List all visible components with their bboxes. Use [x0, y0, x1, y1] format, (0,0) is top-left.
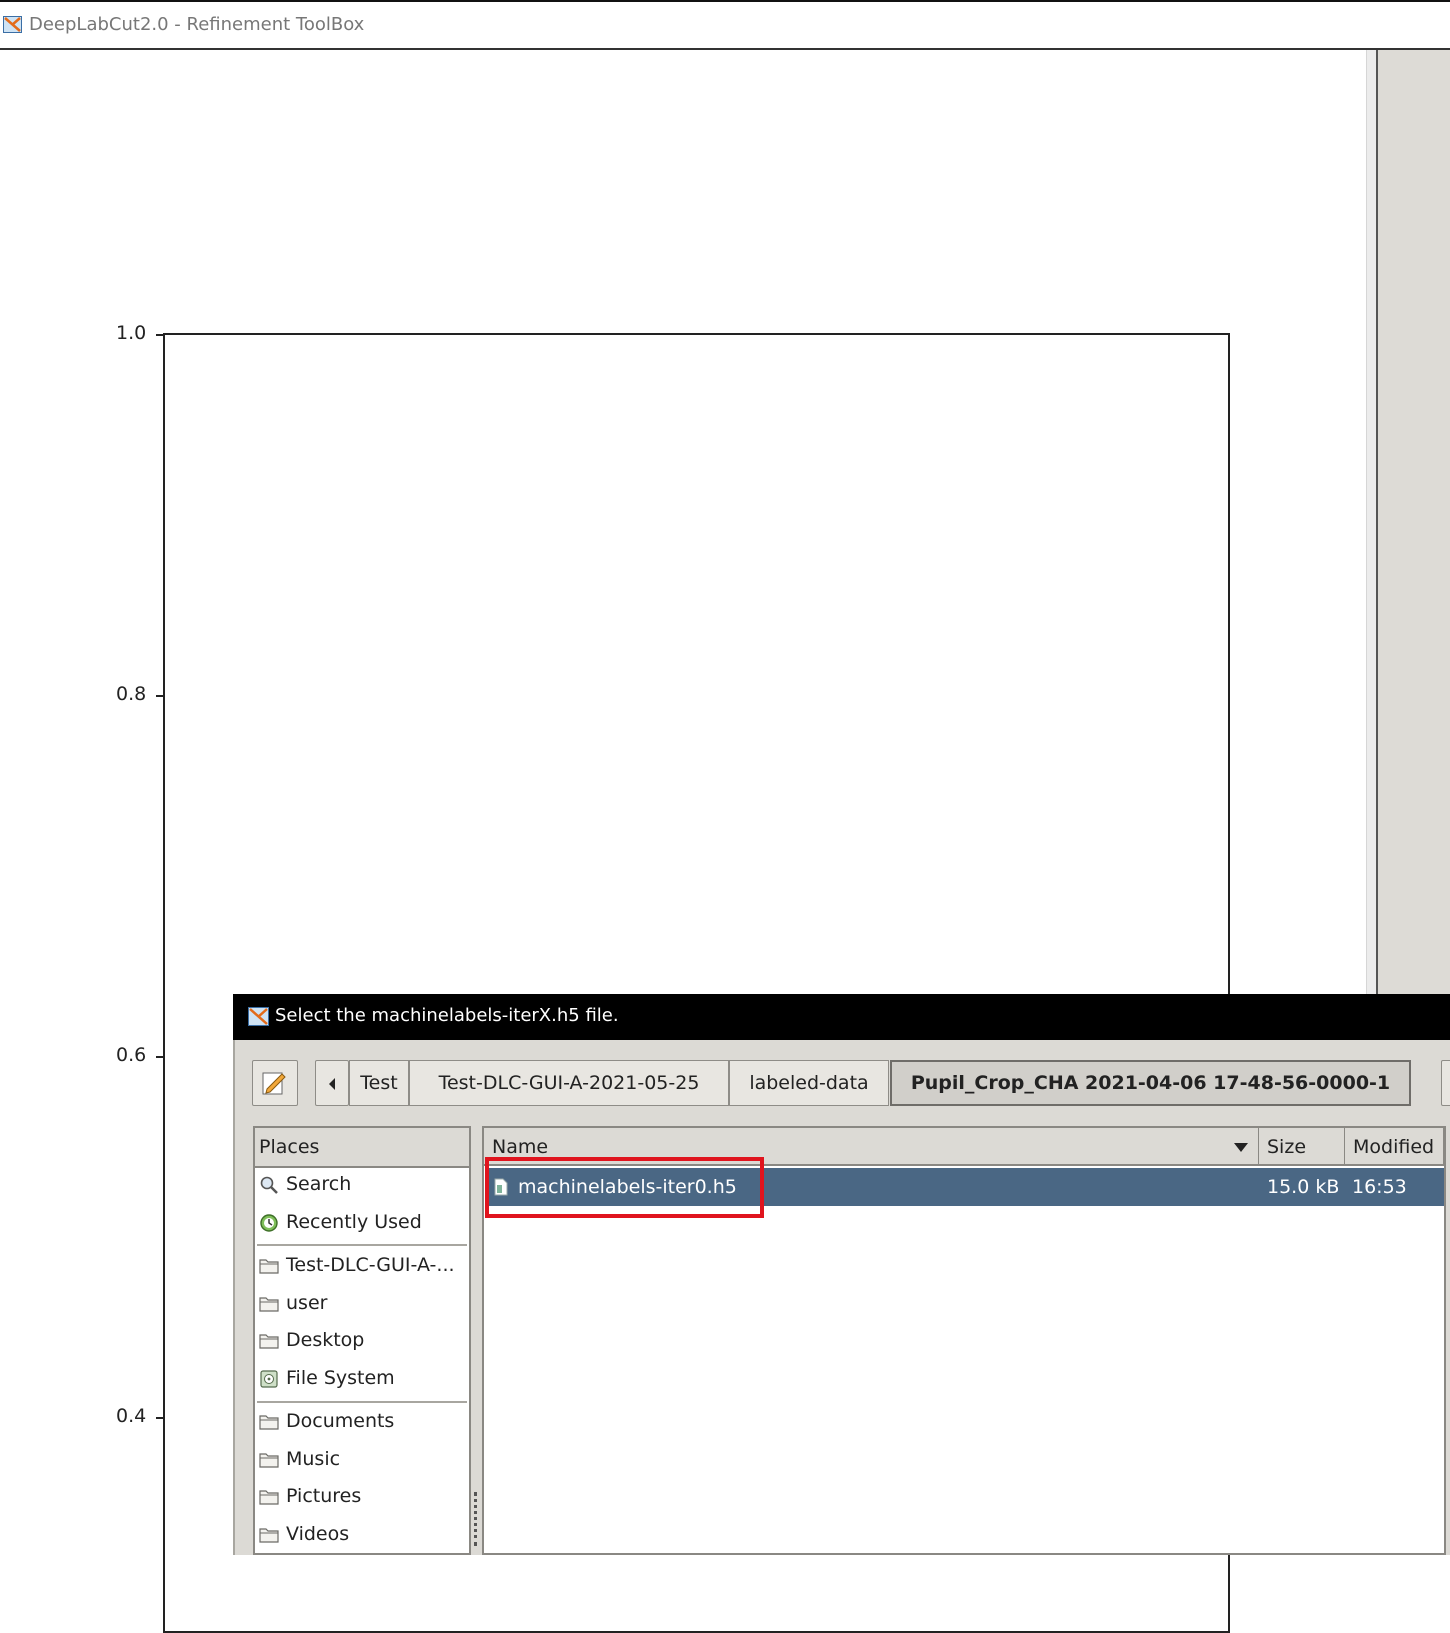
- folder-icon: [259, 1297, 279, 1312]
- pane-resize-handle[interactable]: [474, 1492, 481, 1546]
- folder-icon: [259, 1453, 279, 1468]
- file-chooser-dialog: Select the machinelabels-iterX.h5 file. …: [233, 994, 1450, 1555]
- breadcrumb-test[interactable]: Test: [349, 1060, 409, 1106]
- folder-icon: [259, 1528, 279, 1543]
- place-label: File System: [286, 1367, 395, 1389]
- place-recently-used[interactable]: Recently Used: [255, 1206, 469, 1240]
- place-music[interactable]: Music: [255, 1443, 469, 1477]
- dialog-title: Select the machinelabels-iterX.h5 file.: [275, 1005, 619, 1026]
- dialog-app-icon: [248, 1007, 269, 1026]
- y-tick-label: 0.6: [116, 1044, 147, 1066]
- place-label: Music: [286, 1448, 341, 1470]
- y-tick: [156, 334, 164, 336]
- places-sidebar: Places Search Recently Used Test-DLC-GUI…: [253, 1126, 471, 1555]
- place-pictures[interactable]: Pictures: [255, 1480, 469, 1514]
- file-modified: 16:53: [1352, 1176, 1407, 1198]
- file-icon: [494, 1178, 508, 1196]
- column-header-size[interactable]: Size: [1259, 1128, 1345, 1166]
- places-header-label: Places: [259, 1136, 320, 1158]
- sort-descending-icon: [1234, 1143, 1248, 1152]
- y-tick: [156, 695, 164, 697]
- y-tick: [156, 1056, 164, 1058]
- edit-icon: [262, 1072, 286, 1095]
- file-size: 15.0 kB: [1267, 1176, 1340, 1198]
- recent-icon: [260, 1214, 278, 1232]
- dialog-border: [233, 1040, 235, 1555]
- app-titlebar: DeepLabCut2.0 - Refinement ToolBox: [0, 2, 1450, 50]
- place-label: Test-DLC-GUI-A-...: [286, 1254, 455, 1276]
- place-desktop[interactable]: Desktop: [255, 1324, 469, 1358]
- drive-icon: [260, 1370, 278, 1388]
- place-project-folder[interactable]: Test-DLC-GUI-A-...: [255, 1249, 469, 1283]
- places-separator: [257, 1401, 467, 1403]
- breadcrumb-current-folder[interactable]: Pupil_Crop_CHA 2021-04-06 17-48-56-0000-…: [890, 1060, 1411, 1106]
- search-icon: [260, 1176, 278, 1194]
- places-separator: [257, 1244, 467, 1246]
- place-label: Recently Used: [286, 1211, 422, 1233]
- y-tick-label: 0.8: [116, 683, 147, 705]
- place-videos[interactable]: Videos: [255, 1518, 469, 1552]
- place-label: Pictures: [286, 1485, 362, 1507]
- app-icon: [3, 16, 22, 33]
- place-documents[interactable]: Documents: [255, 1405, 469, 1439]
- type-location-button[interactable]: [252, 1060, 298, 1106]
- column-size-label: Size: [1267, 1136, 1307, 1158]
- breadcrumb-labeled-data[interactable]: labeled-data: [729, 1060, 889, 1106]
- y-tick-label: 0.4: [116, 1405, 147, 1427]
- place-label: Search: [286, 1173, 352, 1195]
- place-label: Documents: [286, 1410, 395, 1432]
- breadcrumb-project[interactable]: Test-DLC-GUI-A-2021-05-25: [409, 1060, 729, 1106]
- app-title: DeepLabCut2.0 - Refinement ToolBox: [29, 14, 365, 35]
- column-modified-label: Modified: [1353, 1136, 1435, 1158]
- column-header-name[interactable]: Name: [484, 1128, 1259, 1166]
- chevron-left-icon: [329, 1078, 335, 1090]
- file-row-selected[interactable]: machinelabels-iter0.h5 15.0 kB 16:53: [486, 1168, 1444, 1206]
- file-list: Name Size Modified machinelabels-iter0.h…: [482, 1126, 1446, 1555]
- folder-icon: [259, 1415, 279, 1430]
- place-user[interactable]: user: [255, 1287, 469, 1321]
- place-search[interactable]: Search: [255, 1168, 469, 1202]
- place-label: Desktop: [286, 1329, 365, 1351]
- place-label: Videos: [286, 1523, 350, 1545]
- column-name-label: Name: [492, 1136, 549, 1158]
- folder-icon: [259, 1259, 279, 1274]
- path-forward-button[interactable]: [1441, 1060, 1450, 1106]
- y-tick: [156, 1417, 164, 1419]
- y-tick-label: 1.0: [116, 322, 147, 344]
- place-file-system[interactable]: File System: [255, 1362, 469, 1396]
- file-name: machinelabels-iter0.h5: [518, 1176, 737, 1198]
- dialog-titlebar: Select the machinelabels-iterX.h5 file.: [233, 994, 1450, 1040]
- place-label: user: [286, 1292, 328, 1314]
- path-back-button[interactable]: [315, 1060, 349, 1106]
- folder-icon: [259, 1334, 279, 1349]
- column-header-modified[interactable]: Modified: [1345, 1128, 1444, 1166]
- folder-icon: [259, 1490, 279, 1505]
- places-header[interactable]: Places: [255, 1128, 469, 1168]
